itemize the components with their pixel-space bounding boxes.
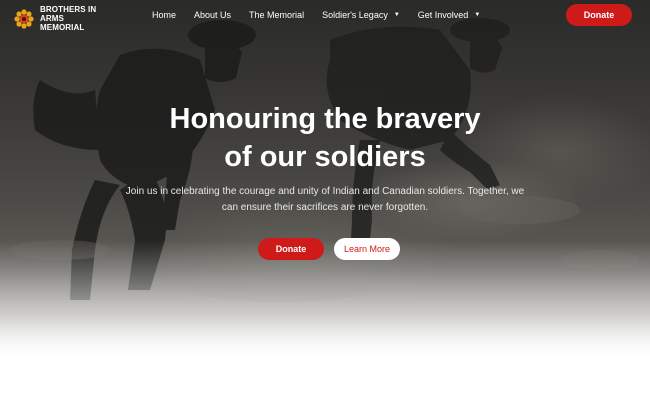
hero-title-line2: of our soldiers	[224, 141, 426, 173]
nav-item-about-us[interactable]: About Us	[194, 10, 231, 20]
nav-item-the-memorial[interactable]: The Memorial	[249, 10, 304, 20]
nav-item-get-involved[interactable]: Get Involved ▼	[418, 10, 480, 20]
nav-item-label: About Us	[194, 10, 232, 20]
nav-item-soldiers-legacy[interactable]: Soldier's Legacy ▼	[322, 10, 400, 20]
nav-item-label: Home	[152, 10, 177, 20]
top-navbar: BROTHERS IN ARMS MEMORIAL Home About Us …	[0, 0, 650, 32]
brand-name: BROTHERS IN ARMS MEMORIAL	[40, 5, 120, 32]
brand-name-line2: MEMORIAL	[40, 23, 85, 32]
nav-item-label: Soldier's Legacy	[322, 10, 388, 20]
hero-subtitle: Join us in celebrating the courage and u…	[125, 186, 525, 213]
chevron-down-icon: ▼	[474, 12, 481, 18]
hero-title: Honouring the bravery of our soldiers	[0, 100, 650, 176]
hero-donate-button[interactable]: Donate	[258, 238, 324, 260]
hero-title-line1: Honouring the bravery	[169, 103, 481, 135]
header-donate-button[interactable]: Donate	[566, 4, 632, 26]
hero-background	[0, 0, 650, 360]
nav-item-label: The Memorial	[249, 10, 305, 20]
brand-logo-link[interactable]: BROTHERS IN ARMS MEMORIAL	[14, 5, 120, 32]
nav-item-home[interactable]: Home	[152, 10, 176, 20]
hero-cta-group: Donate Learn More	[0, 238, 650, 260]
chevron-down-icon: ▼	[393, 12, 400, 18]
brand-name-line1: BROTHERS IN ARMS	[40, 5, 97, 23]
nav-item-label: Get Involved	[417, 10, 469, 20]
poppy-flower-icon	[14, 8, 34, 29]
main-nav: Home About Us The Memorial Soldier's Leg…	[152, 10, 498, 20]
hero-learn-more-button[interactable]: Learn More	[334, 238, 400, 260]
page: BROTHERS IN ARMS MEMORIAL Home About Us …	[0, 0, 650, 400]
